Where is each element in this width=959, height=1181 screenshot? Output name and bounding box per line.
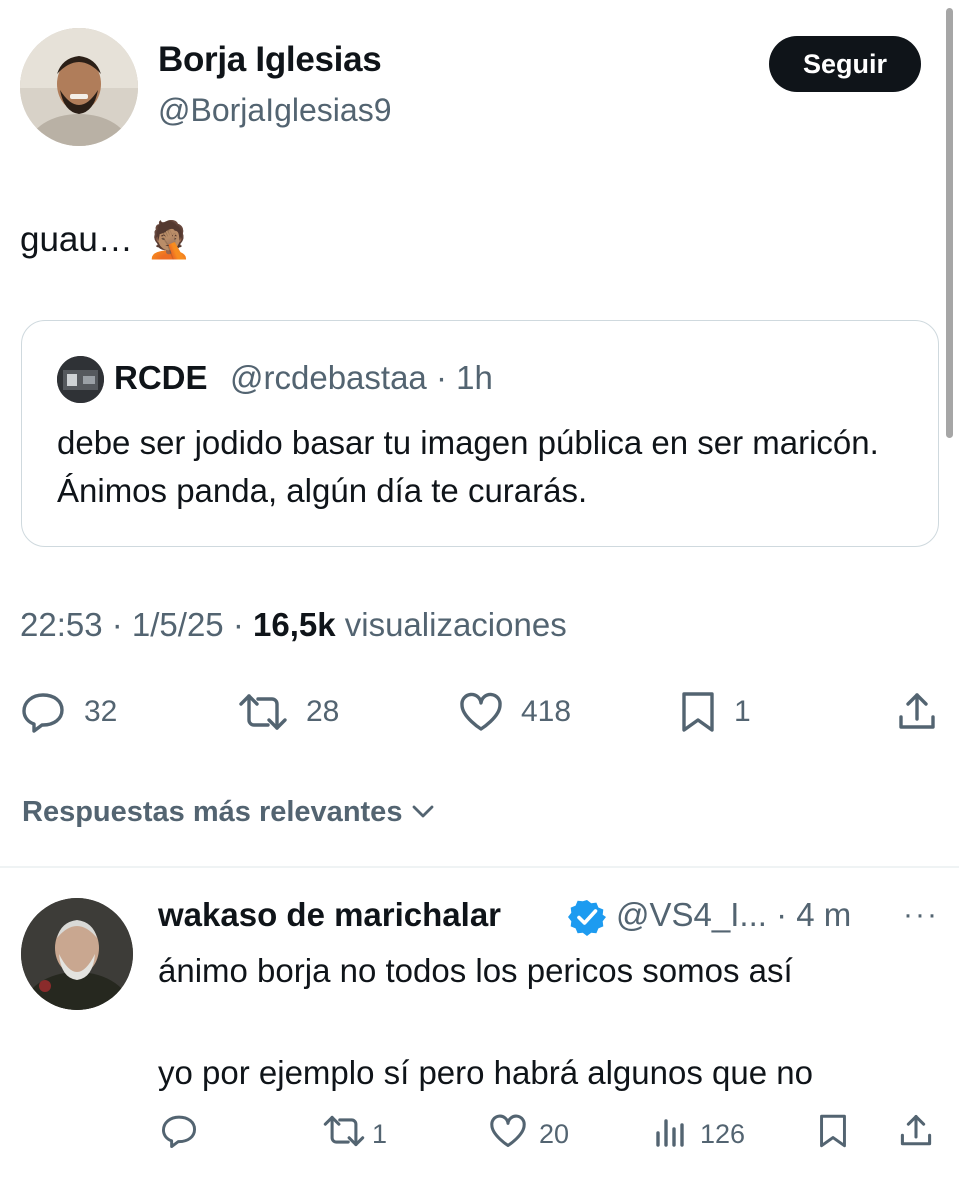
tweet-body: guau… — [20, 220, 133, 259]
reply-repost-count: 1 — [372, 1118, 388, 1149]
heart-icon — [489, 1114, 527, 1155]
repost-count: 28 — [306, 695, 340, 728]
reply-avatar[interactable] — [21, 898, 133, 1010]
face-palm-emoji-icon: 🤦🏽 — [146, 219, 192, 260]
reply-count: 32 — [84, 695, 118, 728]
share-action[interactable] — [897, 690, 937, 734]
like-action[interactable]: 418 — [459, 690, 571, 734]
bookmark-action[interactable]: 1 — [680, 690, 751, 734]
reply-share-action[interactable] — [899, 1114, 933, 1154]
divider — [0, 866, 959, 868]
share-icon — [897, 691, 937, 733]
reply-views-action[interactable]: 126 — [654, 1114, 745, 1154]
verified-badge-icon — [568, 898, 606, 941]
share-icon — [899, 1113, 933, 1156]
reply-reply-action[interactable] — [160, 1114, 198, 1154]
reply-icon — [160, 1113, 198, 1156]
tweet-meta: 22:53 · 1/5/25 · 16,5k visualizaciones — [20, 606, 567, 644]
reply-author-name[interactable]: wakaso de marichalar — [158, 896, 501, 934]
reply-bookmark-action[interactable] — [818, 1114, 848, 1154]
quoted-name[interactable]: RCDE — [114, 359, 208, 397]
more-options-icon[interactable]: ··· — [903, 898, 939, 932]
like-count: 418 — [521, 695, 572, 728]
bar-chart-icon — [654, 1115, 688, 1154]
repost-action[interactable]: 28 — [238, 690, 339, 734]
follow-button[interactable]: Seguir — [769, 36, 921, 92]
reply-text-line2: yo por ejemplo sí pero habrá algunos que… — [158, 1054, 813, 1091]
reply-views-count: 126 — [700, 1118, 746, 1149]
quoted-text: debe ser jodido basar tu imagen pública … — [57, 424, 879, 509]
reply-text-line1: ánimo borja no todos los pericos somos a… — [158, 952, 793, 989]
bookmark-icon — [680, 690, 716, 734]
tweet-text: guau… 🤦🏽 — [20, 219, 192, 261]
reply-icon — [20, 690, 66, 734]
quoted-tweet-card[interactable]: RCDE @rcdebastaa · 1h debe ser jodido ba… — [21, 320, 939, 547]
quoted-avatar[interactable] — [57, 356, 104, 403]
reply-like-count: 20 — [539, 1118, 570, 1149]
bookmark-count: 1 — [734, 695, 751, 728]
scrollbar[interactable] — [946, 8, 953, 438]
author-avatar[interactable] — [20, 28, 138, 146]
repost-icon — [322, 1114, 366, 1155]
replies-sort-dropdown[interactable]: Respuestas más relevantes — [22, 796, 436, 829]
reply-handle-time: @VS4_I... · 4 m — [616, 896, 852, 933]
chevron-down-icon — [410, 796, 436, 829]
author-name[interactable]: Borja Iglesias — [158, 40, 382, 80]
reply-repost-action[interactable]: 1 — [322, 1114, 387, 1154]
tweet-timestamp[interactable]: 22:53 · 1/5/25 · — [20, 606, 253, 643]
views-count: 16,5k — [252, 606, 336, 643]
author-handle[interactable]: @BorjaIglesias9 — [158, 92, 391, 129]
sort-label: Respuestas más relevantes — [22, 796, 403, 828]
quoted-handle-time: @rcdebastaa · 1h — [230, 359, 493, 396]
views-label: visualizaciones — [335, 606, 567, 643]
heart-icon — [459, 692, 503, 732]
reply-like-action[interactable]: 20 — [489, 1114, 569, 1154]
bookmark-icon — [818, 1113, 848, 1156]
reply-action[interactable]: 32 — [20, 690, 117, 734]
repost-icon — [238, 692, 288, 732]
